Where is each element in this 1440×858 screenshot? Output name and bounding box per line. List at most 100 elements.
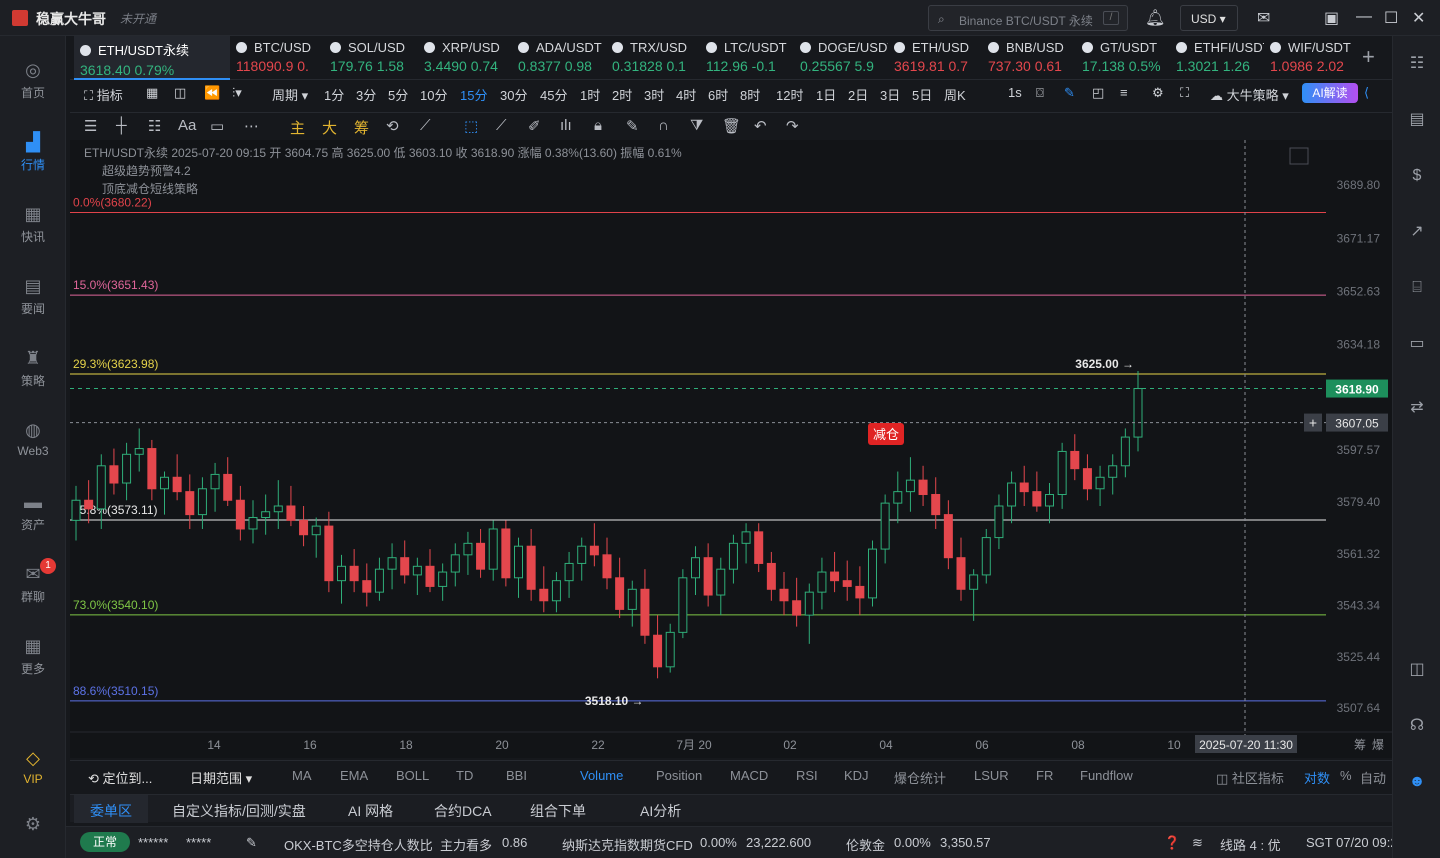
candle-body[interactable] [84,499,94,510]
candle-body[interactable] [665,631,675,668]
candle-body[interactable] [564,562,574,582]
candle-body[interactable] [349,565,359,582]
fib-icon[interactable]: ☷ [148,117,161,135]
nav-item-1[interactable]: ▟ 行情 [0,132,66,173]
candle-body[interactable] [96,465,106,510]
menu-icon[interactable]: ☰ [84,117,97,135]
ticker-tab-12[interactable]: WIF/USDT 1.0986 2.02 [1264,36,1358,80]
candle-body[interactable] [337,565,346,582]
indicator-button[interactable]: ⛶ 指标 [84,85,123,104]
candle-body[interactable] [311,525,321,536]
filter-icon[interactable]: ⧩ [690,117,703,134]
chip-button[interactable]: 筹 [354,117,369,138]
candle-body[interactable] [1070,450,1080,470]
nav-item-4[interactable]: ♜ 策略 [0,348,66,389]
ticker-tab-3[interactable]: XRP/USD 3.4490 0.74 [418,36,512,80]
candle-body[interactable] [387,557,397,570]
okx-ratio-label[interactable]: OKX-BTC多空持仓人数比 [284,835,433,854]
bottom-tab-1[interactable]: 自定义指标/回测/实盘 [172,801,306,821]
currency-select[interactable]: USD ▾ [1180,5,1238,31]
settings-icon[interactable]: ⚙ [0,814,66,838]
candle-body[interactable] [1082,468,1092,490]
indicator-7[interactable]: MACD [730,768,768,783]
ruler-icon[interactable]: ▭ [210,117,224,135]
candle-body[interactable] [931,494,941,516]
candle-body[interactable] [235,499,245,530]
account-status[interactable]: 未开通 [120,10,156,27]
monitor-icon[interactable]: ⌸ [1407,278,1427,298]
timeframe-7[interactable]: 1时 [580,85,600,104]
nav-item-6[interactable]: ▬ 资产 [0,492,66,533]
candle-body[interactable] [147,448,157,490]
candle-body[interactable] [627,588,637,610]
close-icon[interactable]: ✕ [1412,8,1425,28]
candle-body[interactable] [640,588,650,636]
swap-icon[interactable]: ⇄ [1407,398,1427,418]
candle-body[interactable] [1032,491,1042,507]
note-icon[interactable]: ✎ [626,117,639,135]
timeframe-16[interactable]: 3日 [880,85,900,104]
indicator-8[interactable]: RSI [796,768,818,783]
candle-body[interactable] [286,505,296,521]
line-tool-icon[interactable]: ⟋ [496,117,507,134]
indicator-0[interactable]: MA [292,768,312,783]
candle-body[interactable] [830,571,840,582]
indicator-1[interactable]: EMA [340,768,368,783]
candle-body[interactable] [160,476,169,490]
timeframe-1[interactable]: 3分 [356,85,376,104]
connection-status[interactable]: 正常 [80,832,130,852]
compare-icon[interactable]: ◫ [174,85,186,101]
candle-body[interactable] [273,505,283,513]
bottom-tab-5[interactable]: AI分析 [640,801,681,821]
date-range-select[interactable]: 日期范围 ▾ [190,768,252,787]
nasdaq-label[interactable]: 纳斯达克指数期货CFD [562,835,693,854]
indicator-12[interactable]: FR [1036,768,1053,783]
candle-body[interactable] [1095,476,1105,490]
cycle-icon[interactable]: ⟲ [386,117,399,135]
strategy-select[interactable]: ☁ 大牛策略 ▾ [1210,85,1289,104]
tick-1s[interactable]: 1s [1008,85,1022,100]
indicator-supertrend[interactable]: 超级趋势预警4.2 [84,162,682,180]
bell-icon[interactable]: 🔔︎ [1145,8,1165,28]
fullscreen-icon[interactable]: ⛶ [1180,85,1189,101]
pattern-icon[interactable]: ılı [560,117,572,134]
headset-icon[interactable]: ☊ [1407,716,1427,736]
share-icon[interactable]: ⟨ [1364,85,1369,101]
timeframe-9[interactable]: 3时 [644,85,664,104]
indicator-5[interactable]: Volume [580,768,623,783]
lock-icon[interactable]: 🔒︎ [594,117,602,134]
community-indicator-button[interactable]: ◫ 社区指标 [1216,768,1284,787]
layout-icon[interactable]: ▣ [1324,8,1339,28]
ticker-tab-6[interactable]: LTC/USDT 112.96 -0.1 [700,36,794,80]
candle-body[interactable] [880,502,890,550]
nav-item-7[interactable]: ✉ 群聊 1 [0,558,66,605]
candle-body[interactable] [1045,494,1054,507]
ticker-tab-11[interactable]: ETHFI/USDT 1.3021 1.26 [1170,36,1264,80]
hline-icon[interactable]: ┼ [116,117,127,134]
nav-item-9[interactable]: ◇ VIP [0,748,66,786]
candle-body[interactable] [842,580,852,587]
candle-body[interactable] [501,528,511,579]
candle-body[interactable] [109,465,119,484]
indicator-4[interactable]: BBI [506,768,527,783]
percent-toggle[interactable]: % [1340,768,1352,783]
indicator-2[interactable]: BOLL [396,768,429,783]
candle-body[interactable] [1057,450,1067,496]
big-order-button[interactable]: 大 [322,117,337,138]
candle-body[interactable] [893,491,903,504]
edit-icon[interactable]: ✎ [246,835,257,851]
locate-button[interactable]: ⟲ 定位到... [88,768,152,787]
candle-body[interactable] [324,525,334,582]
timeframe-4[interactable]: 15分 [460,85,487,104]
timeframe-10[interactable]: 4时 [676,85,696,104]
ticker-tab-0[interactable]: ETH/USDT永续 3618.40 0.79% [74,36,230,80]
main-indicator-button[interactable]: 主 [290,117,305,138]
candle-body[interactable] [589,545,599,556]
list-icon[interactable]: ≡ [1120,85,1128,100]
candle-body[interactable] [488,528,498,570]
pen-icon[interactable]: ✐ [528,117,541,135]
candle-body[interactable] [994,505,1004,539]
cursor-icon[interactable]: ⬚ [464,117,478,135]
ticker-tab-1[interactable]: BTC/USD 118090.9 0. [230,36,324,80]
ticker-tab-5[interactable]: TRX/USD 0.31828 0.1 [606,36,700,80]
